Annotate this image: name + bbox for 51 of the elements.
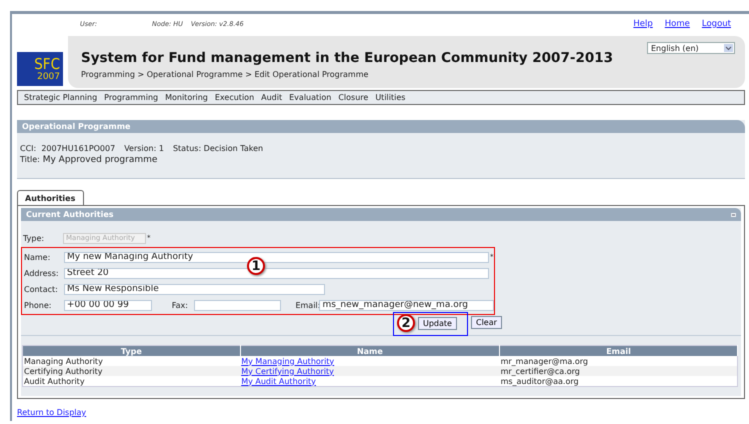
callout-number: 2 bbox=[397, 314, 415, 332]
table-cell: mr_certifier@ca.org bbox=[500, 366, 580, 376]
menu-item[interactable]: Utilities bbox=[375, 93, 406, 102]
tab[interactable]: Authorities bbox=[17, 190, 84, 205]
contact-field[interactable]: Ms New Responsible bbox=[64, 284, 325, 294]
title-label: Title: bbox=[20, 155, 40, 164]
field-label: Fax: bbox=[170, 300, 189, 310]
table-cell: Certifying Authority bbox=[24, 366, 103, 376]
field-label: Contact: bbox=[23, 284, 59, 294]
programme-info: Status: Decision Taken bbox=[172, 144, 264, 153]
phone-field[interactable]: +00 00 00 99 bbox=[64, 300, 152, 310]
field-label: Address: bbox=[23, 268, 60, 278]
column-header: Type bbox=[22, 346, 240, 356]
fax-field[interactable] bbox=[194, 300, 282, 310]
menu-item[interactable]: Programming bbox=[104, 93, 158, 102]
menu-item[interactable]: Monitoring bbox=[165, 93, 208, 102]
column-header: Email bbox=[500, 346, 738, 356]
panel-title: Current Authorities bbox=[26, 209, 114, 221]
caret-icon bbox=[724, 44, 733, 52]
field-label: Email: bbox=[294, 300, 320, 310]
table-cell: Managing Authority bbox=[24, 356, 103, 366]
field-label: Name: bbox=[23, 252, 52, 262]
menu-item[interactable]: Audit bbox=[261, 93, 282, 102]
header-link[interactable]: Logout bbox=[702, 19, 731, 29]
clear-button[interactable]: Clear bbox=[470, 316, 502, 328]
table-cell: ms_auditor@aa.org bbox=[500, 376, 579, 386]
programme-title: My Approved programme bbox=[42, 155, 158, 165]
column-header: Name bbox=[240, 346, 500, 356]
panel-title: Operational Programme bbox=[17, 120, 745, 133]
breadcrumb: Programming > Operational Programme > Edit Operational Programme bbox=[81, 70, 370, 79]
collapse-icon[interactable] bbox=[731, 212, 736, 216]
programme-info: CCI: 2007HU161PO007 bbox=[20, 144, 116, 153]
programme-info: Version: 1 bbox=[124, 144, 164, 153]
menu-item[interactable]: Execution bbox=[214, 93, 254, 102]
logo: SFC 2007 bbox=[17, 52, 63, 86]
menu-item[interactable]: Evaluation bbox=[289, 93, 332, 102]
field-label: Type: bbox=[22, 234, 46, 242]
return-link[interactable]: Return to Display bbox=[17, 408, 86, 417]
language-select[interactable]: English (en) bbox=[647, 42, 735, 54]
table-cell: Audit Authority bbox=[24, 376, 85, 386]
menu-item[interactable]: Strategic Planning bbox=[24, 93, 98, 102]
page-title: System for Fund management in the European Community 2007-2013 bbox=[81, 50, 614, 66]
header-link[interactable]: Home bbox=[664, 19, 690, 29]
email-field[interactable]: ms_new_manager@new_ma.org bbox=[319, 300, 494, 310]
authority-link[interactable]: My Managing Authority bbox=[241, 356, 334, 366]
header-link[interactable]: Help bbox=[633, 19, 653, 29]
table-cell: mr_manager@ma.org bbox=[500, 356, 588, 366]
menu-item[interactable]: Closure bbox=[338, 93, 368, 102]
field-label: Phone: bbox=[23, 300, 52, 310]
update-button[interactable]: Update bbox=[418, 316, 457, 330]
authority-link[interactable]: My Audit Authority bbox=[241, 376, 316, 386]
